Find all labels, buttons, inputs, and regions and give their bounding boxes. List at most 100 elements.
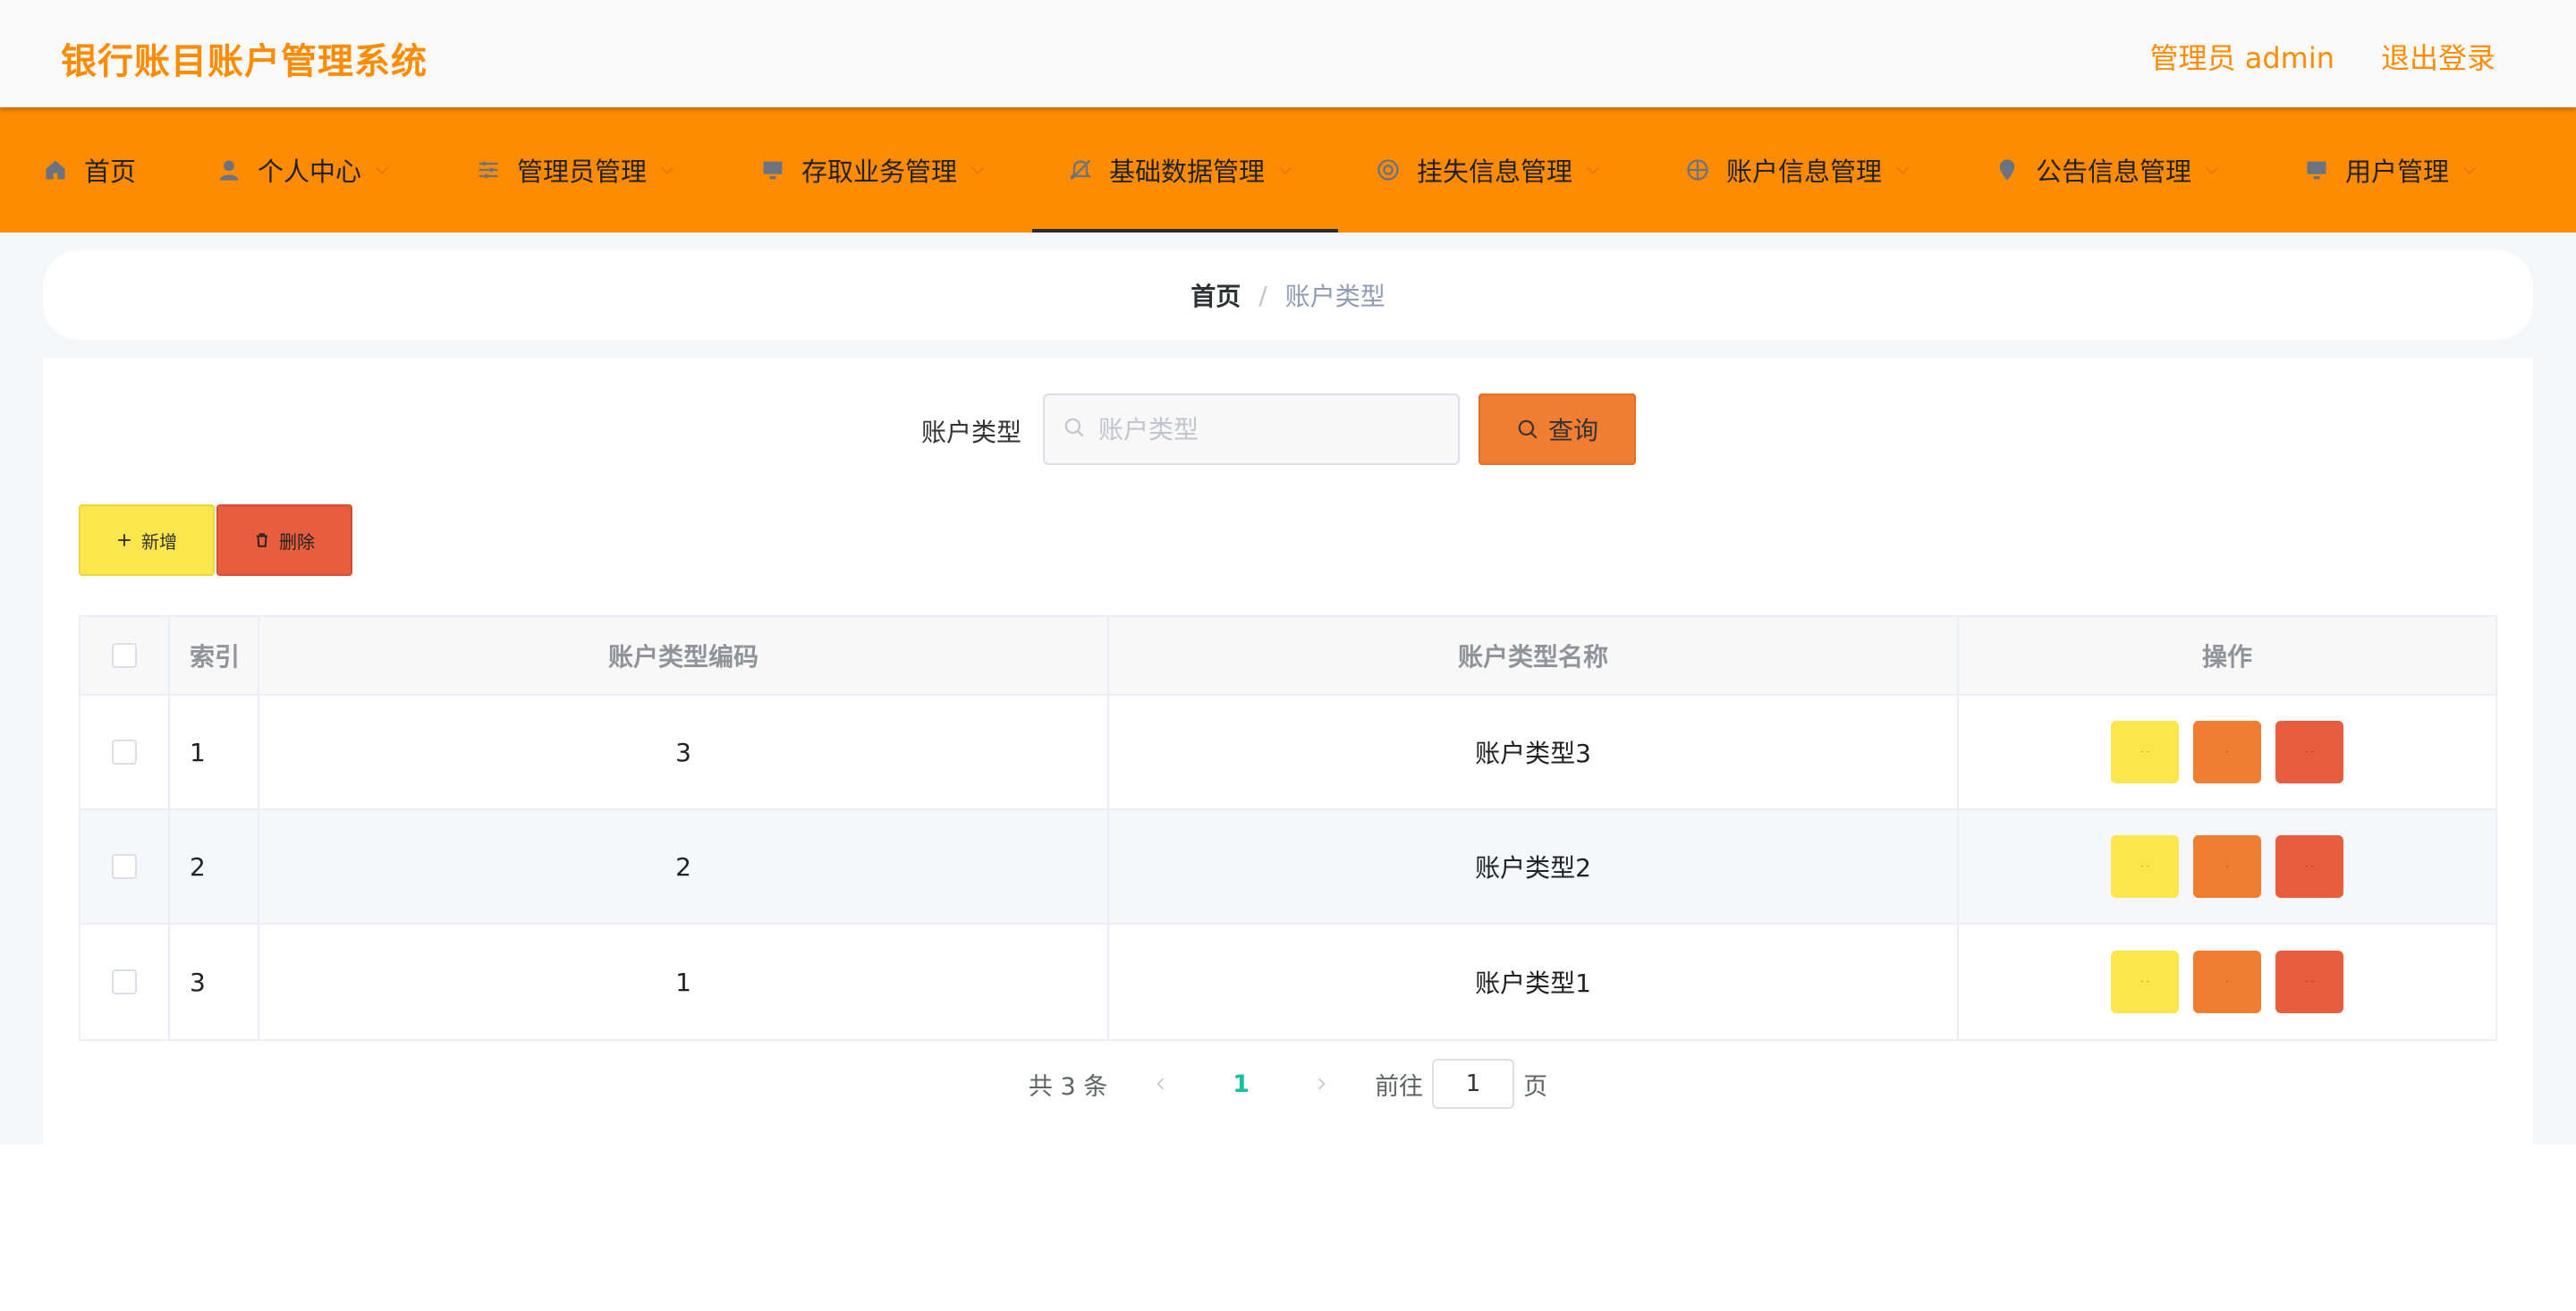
row-code: 2 <box>259 810 1109 923</box>
nav-item-personal-center[interactable]: 个人中心 <box>216 107 392 233</box>
page-number-current[interactable]: 1 <box>1233 1070 1250 1098</box>
row-delete-button[interactable]: · · <box>2275 951 2343 1013</box>
select-all-checkbox[interactable] <box>112 643 137 668</box>
select-all-cell <box>80 617 170 694</box>
row-code: 1 <box>259 925 1109 1039</box>
edit-button[interactable]: · <box>2193 835 2261 898</box>
column-header-name: 账户类型名称 <box>1109 617 1959 694</box>
nav-item-home[interactable]: 首页 <box>43 107 136 233</box>
bell-off-icon <box>1068 157 1093 182</box>
chevron-down-icon <box>2460 160 2479 180</box>
row-index: 3 <box>170 925 259 1039</box>
breadcrumb: 首页 / 账户类型 <box>43 250 2533 340</box>
user-icon <box>216 157 242 182</box>
nav-label: 挂失信息管理 <box>1417 156 1573 187</box>
chevron-down-icon <box>372 160 392 180</box>
chevron-down-icon <box>1893 160 1912 180</box>
edit-button[interactable]: · <box>2193 721 2261 783</box>
row-actions: · · · · · <box>1959 810 2496 923</box>
search-icon <box>1516 418 1539 441</box>
next-page-icon[interactable] <box>1303 1075 1339 1093</box>
column-header-code: 账户类型编码 <box>259 617 1109 694</box>
nav-label: 首页 <box>84 156 137 187</box>
chevron-down-icon <box>1583 160 1603 180</box>
nav-label: 管理员管理 <box>517 156 648 187</box>
page-jump-input[interactable] <box>1432 1059 1515 1109</box>
row-actions: · · · · · <box>1959 696 2496 808</box>
row-code: 3 <box>259 696 1109 808</box>
nav-item-user-management[interactable]: 用户管理 <box>2304 107 2479 233</box>
row-name: 账户类型1 <box>1109 925 1959 1039</box>
admin-user-label: 管理员 admin <box>2149 41 2334 75</box>
nav-item-deposit-withdraw[interactable]: 存取业务管理 <box>760 107 987 233</box>
nav-label: 存取业务管理 <box>801 156 958 187</box>
table-row: 1 3 账户类型3 · · · · · <box>80 696 2496 810</box>
delete-button-label: 删除 <box>279 530 315 553</box>
page-suffix: 页 <box>1523 1072 1548 1101</box>
edit-button[interactable]: · <box>2193 951 2261 1013</box>
column-header-index: 索引 <box>170 617 259 694</box>
prev-page-icon[interactable] <box>1143 1075 1179 1093</box>
nav-label: 账户信息管理 <box>1726 156 1883 187</box>
breadcrumb-current: 账户类型 <box>1284 282 1385 311</box>
column-header-actions: 操作 <box>2201 642 2252 672</box>
row-select-cell <box>80 696 170 808</box>
query-button[interactable]: 查询 <box>1479 393 1636 465</box>
chevron-down-icon <box>2202 160 2222 180</box>
app-title: 银行账目账户管理系统 <box>61 41 428 82</box>
chevron-down-icon <box>968 160 987 180</box>
view-button[interactable]: · · <box>2111 835 2179 898</box>
row-delete-button[interactable]: · · <box>2275 721 2343 783</box>
row-checkbox[interactable] <box>112 854 137 879</box>
view-button[interactable]: · · <box>2111 721 2179 783</box>
view-button[interactable]: · · <box>2111 951 2179 1013</box>
goto-label: 前往 <box>1375 1072 1424 1101</box>
add-button[interactable]: 新增 <box>79 504 215 576</box>
crosshair-icon <box>1685 157 1710 182</box>
nav-item-admin-management[interactable]: 管理员管理 <box>476 107 677 233</box>
main-nav: 首页 个人中心 管理员管理 存取业务管理 基础数据管理 挂失信息管理 账户信息管… <box>0 107 2576 233</box>
pagination-total: 共 3 条 <box>1028 1072 1108 1101</box>
row-name: 账户类型3 <box>1109 696 1959 808</box>
monitor-icon <box>760 157 785 182</box>
row-name: 账户类型2 <box>1109 810 1959 923</box>
breadcrumb-card: 首页 / 账户类型 <box>43 250 2533 340</box>
add-button-label: 新增 <box>141 530 177 553</box>
row-checkbox[interactable] <box>112 740 137 765</box>
nav-label: 基础数据管理 <box>1109 156 1266 187</box>
home-icon <box>43 157 68 182</box>
search-field <box>1043 393 1460 465</box>
nav-item-loss-report[interactable]: 挂失信息管理 <box>1376 107 1603 233</box>
row-index: 1 <box>170 696 259 808</box>
breadcrumb-home[interactable]: 首页 <box>1191 277 1241 313</box>
top-bar: 银行账目账户管理系统 管理员 admin 退出登录 <box>0 0 2576 107</box>
nav-item-basic-data[interactable]: 基础数据管理 <box>1031 107 1339 233</box>
query-button-label: 查询 <box>1547 416 1598 445</box>
row-delete-button[interactable]: · · <box>2275 835 2343 898</box>
plus-icon <box>116 532 132 548</box>
breadcrumb-separator: / <box>1258 280 1267 310</box>
search-input[interactable] <box>1098 414 1438 444</box>
row-select-cell <box>80 925 170 1039</box>
chevron-down-icon <box>1275 160 1295 180</box>
sliders-icon <box>476 157 501 182</box>
trash-icon <box>254 532 270 548</box>
table-header-row: 索引 账户类型编码 账户类型名称 操作 <box>80 617 2496 696</box>
account-type-table: 索引 账户类型编码 账户类型名称 操作 1 3 账户类型3 · · · · · … <box>79 615 2497 1041</box>
nav-label: 个人中心 <box>258 156 362 187</box>
lifebuoy-icon <box>1376 157 1401 182</box>
row-actions: · · · · · <box>1959 925 2496 1039</box>
table-row: 2 2 账户类型2 · · · · · <box>80 810 2496 925</box>
nav-label: 用户管理 <box>2345 156 2450 187</box>
monitor-icon <box>2304 157 2329 182</box>
nav-label: 公告信息管理 <box>2036 156 2192 187</box>
nav-item-announcements[interactable]: 公告信息管理 <box>1995 107 2222 233</box>
row-index: 2 <box>170 810 259 923</box>
table-row: 3 1 账户类型1 · · · · · <box>80 925 2496 1039</box>
map-pin-icon <box>1995 157 2020 182</box>
delete-button[interactable]: 删除 <box>216 504 352 576</box>
logout-link[interactable]: 退出登录 <box>2381 36 2496 77</box>
row-checkbox[interactable] <box>112 969 137 994</box>
nav-item-account-info[interactable]: 账户信息管理 <box>1685 107 1912 233</box>
pagination: 共 3 条 1 前往 页 <box>0 1057 2576 1111</box>
